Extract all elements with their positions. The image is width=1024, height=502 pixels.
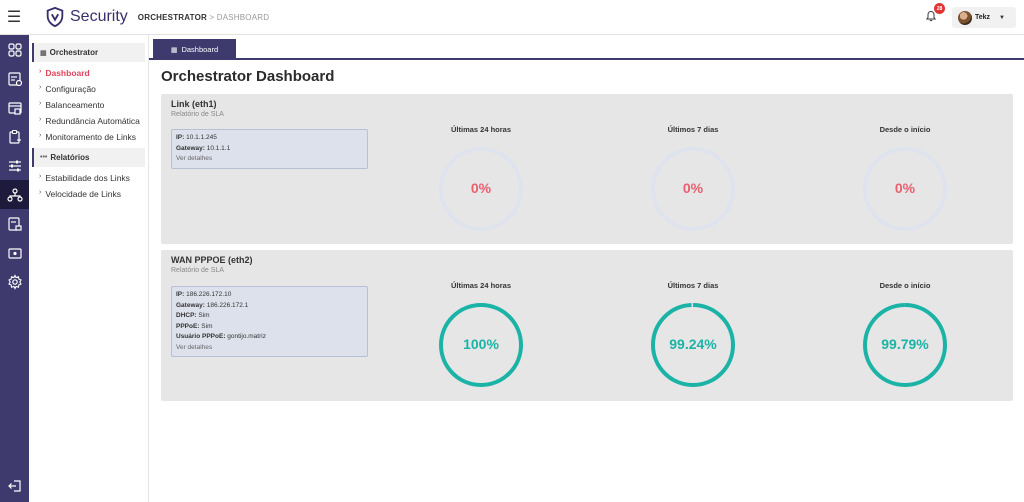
sliders-icon[interactable] xyxy=(0,151,29,180)
sla-gauge-7d: Últimos 7 dias 0% xyxy=(633,125,753,233)
link-subtitle: Relatório de SLA xyxy=(171,111,224,118)
link-panel-eth1: Link (eth1) Relatório de SLA IP: 10.1.1.… xyxy=(161,94,1013,244)
link-title: WAN PPPOE (eth2) xyxy=(171,255,253,265)
sidebar-section-orchestrator[interactable]: ▦ Orchestrator xyxy=(32,43,145,62)
breadcrumb-separator: > xyxy=(207,12,217,22)
gauge-label: Desde o início xyxy=(879,281,931,290)
sla-gauge-all: Desde o início 0% xyxy=(845,125,965,233)
link-info-box: IP: 10.1.1.245 Gateway: 10.1.1.1 Ver det… xyxy=(171,129,368,169)
gauge-value: 100% xyxy=(463,336,499,352)
browser-window-icon[interactable] xyxy=(0,93,29,122)
sidebar-item-monitoramento[interactable]: › Monitoramento de Links xyxy=(39,129,148,145)
sidebar-item-label: Configuração xyxy=(45,84,96,94)
sla-gauge-24h: Últimas 24 horas 100% xyxy=(421,281,541,389)
info-row-dhcp: DHCP: Sim xyxy=(176,312,210,319)
dots-icon: ••• xyxy=(40,154,48,161)
gauge-value: 0% xyxy=(682,180,704,196)
network-icon: ▦ xyxy=(170,46,178,54)
details-link[interactable]: Ver detalhes xyxy=(176,343,363,354)
sidebar-item-estabilidade[interactable]: › Estabilidade dos Links xyxy=(39,170,148,186)
info-row-ip: IP: 10.1.1.245 xyxy=(176,134,217,141)
sidebar-menu: ▦ Orchestrator › Dashboard › Configuração … xyxy=(29,35,149,502)
sidebar-item-balanceamento[interactable]: › Balanceamento xyxy=(39,97,148,113)
notification-badge: 28 xyxy=(934,3,945,14)
chevron-right-icon: › xyxy=(39,132,42,139)
link-title: Link (eth1) xyxy=(171,99,217,109)
chevron-right-icon: › xyxy=(39,68,42,75)
id-card-icon[interactable] xyxy=(0,238,29,267)
sla-gauge-7d: Últimos 7 dias 99.24% xyxy=(633,281,753,389)
user-menu-button[interactable]: Tekz ▼ xyxy=(952,7,1016,28)
gauge-value: 99.24% xyxy=(669,336,717,352)
network-icon: ▦ xyxy=(40,49,47,57)
info-row-ip: IP: 186.226.172.10 xyxy=(176,291,232,298)
sidebar-item-label: Balanceamento xyxy=(45,100,105,110)
icon-sidebar xyxy=(0,35,29,502)
gauge-value: 0% xyxy=(894,180,916,196)
info-row-pppoe-user: Usuário PPPoE: gontijo.matriz xyxy=(176,333,266,340)
info-row-gateway: Gateway: 10.1.1.1 xyxy=(176,144,231,152)
brand-name: Security xyxy=(70,8,128,25)
breadcrumb-root[interactable]: ORCHESTRATOR xyxy=(138,13,207,22)
sidebar-item-label: Redundância Automática xyxy=(45,116,140,126)
tab-dashboard[interactable]: ▦ Dashboard xyxy=(153,39,236,60)
info-row-pppoe: PPPoE: Sim xyxy=(176,322,213,330)
gauge-value: 99.79% xyxy=(881,336,929,352)
user-name: Tekz xyxy=(975,14,991,21)
link-subtitle: Relatório de SLA xyxy=(171,267,224,274)
gauge-label: Últimas 24 horas xyxy=(450,125,512,134)
sidebar-item-label: Dashboard xyxy=(45,68,90,78)
chevron-right-icon: › xyxy=(39,189,42,196)
sidebar-item-dashboard[interactable]: › Dashboard xyxy=(39,65,148,81)
link-info-box: IP: 186.226.172.10 Gateway: 186.226.172.… xyxy=(171,286,368,357)
info-row-gateway: Gateway: 186.226.172.1 xyxy=(176,301,249,309)
brand-logo[interactable]: Security xyxy=(44,6,128,28)
sidebar-item-redundancia[interactable]: › Redundância Automática xyxy=(39,113,148,129)
network-orchestrator-icon[interactable] xyxy=(0,180,29,209)
gauge-label: Últimos 7 dias xyxy=(667,125,719,134)
page-title: Orchestrator Dashboard xyxy=(161,68,335,85)
main-content: ▦ Dashboard Orchestrator Dashboard Link … xyxy=(149,35,1024,502)
gauge-label: Últimas 24 horas xyxy=(450,281,512,290)
chevron-right-icon: › xyxy=(39,84,42,91)
avatar xyxy=(958,10,972,25)
breadcrumb-current: DASHBOARD xyxy=(216,12,270,22)
tab-bar: ▦ Dashboard xyxy=(149,35,1024,60)
dashboard-grid-icon[interactable] xyxy=(0,35,29,64)
gauge-value: 0% xyxy=(470,180,492,196)
hamburger-icon[interactable]: ☰ xyxy=(0,0,28,35)
list-check-icon[interactable] xyxy=(0,64,29,93)
sla-gauge-all: Desde o início 99.79% xyxy=(845,281,965,389)
chevron-right-icon: › xyxy=(39,100,42,107)
tab-label: Dashboard xyxy=(181,45,219,54)
sidebar-item-configuracao[interactable]: › Configuração xyxy=(39,81,148,97)
chevron-right-icon: › xyxy=(39,173,42,180)
sidebar-item-label: Estabilidade dos Links xyxy=(45,173,130,183)
details-link[interactable]: Ver detalhes xyxy=(176,154,363,165)
sla-gauge-24h: Últimas 24 horas 0% xyxy=(421,125,541,233)
logout-icon[interactable] xyxy=(0,471,29,500)
top-bar: ☰ Security ORCHESTRATOR > DASHBOARD 28 T… xyxy=(0,0,1024,35)
breadcrumb: ORCHESTRATOR > DASHBOARD xyxy=(138,13,269,22)
caret-down-icon: ▼ xyxy=(999,14,1005,21)
gauge-label: Últimos 7 dias xyxy=(667,281,719,290)
gauge-label: Desde o início xyxy=(879,125,931,134)
shield-logo-icon xyxy=(46,6,64,28)
sidebar-item-label: Monitoramento de Links xyxy=(45,132,137,142)
gear-icon[interactable] xyxy=(0,267,29,296)
link-panel-eth2: WAN PPPOE (eth2) Relatório de SLA IP: 18… xyxy=(161,250,1013,401)
sidebar-section-label: Relatórios xyxy=(50,153,90,162)
clipboard-icon[interactable] xyxy=(0,122,29,151)
sidebar-item-velocidade[interactable]: › Velocidade de Links xyxy=(39,186,148,202)
sidebar-item-label: Velocidade de Links xyxy=(45,189,121,199)
sidebar-section-relatorios[interactable]: ••• Relatórios xyxy=(32,148,145,167)
chevron-right-icon: › xyxy=(39,116,42,123)
document-lock-icon[interactable] xyxy=(0,209,29,238)
sidebar-section-label: Orchestrator xyxy=(49,48,99,57)
